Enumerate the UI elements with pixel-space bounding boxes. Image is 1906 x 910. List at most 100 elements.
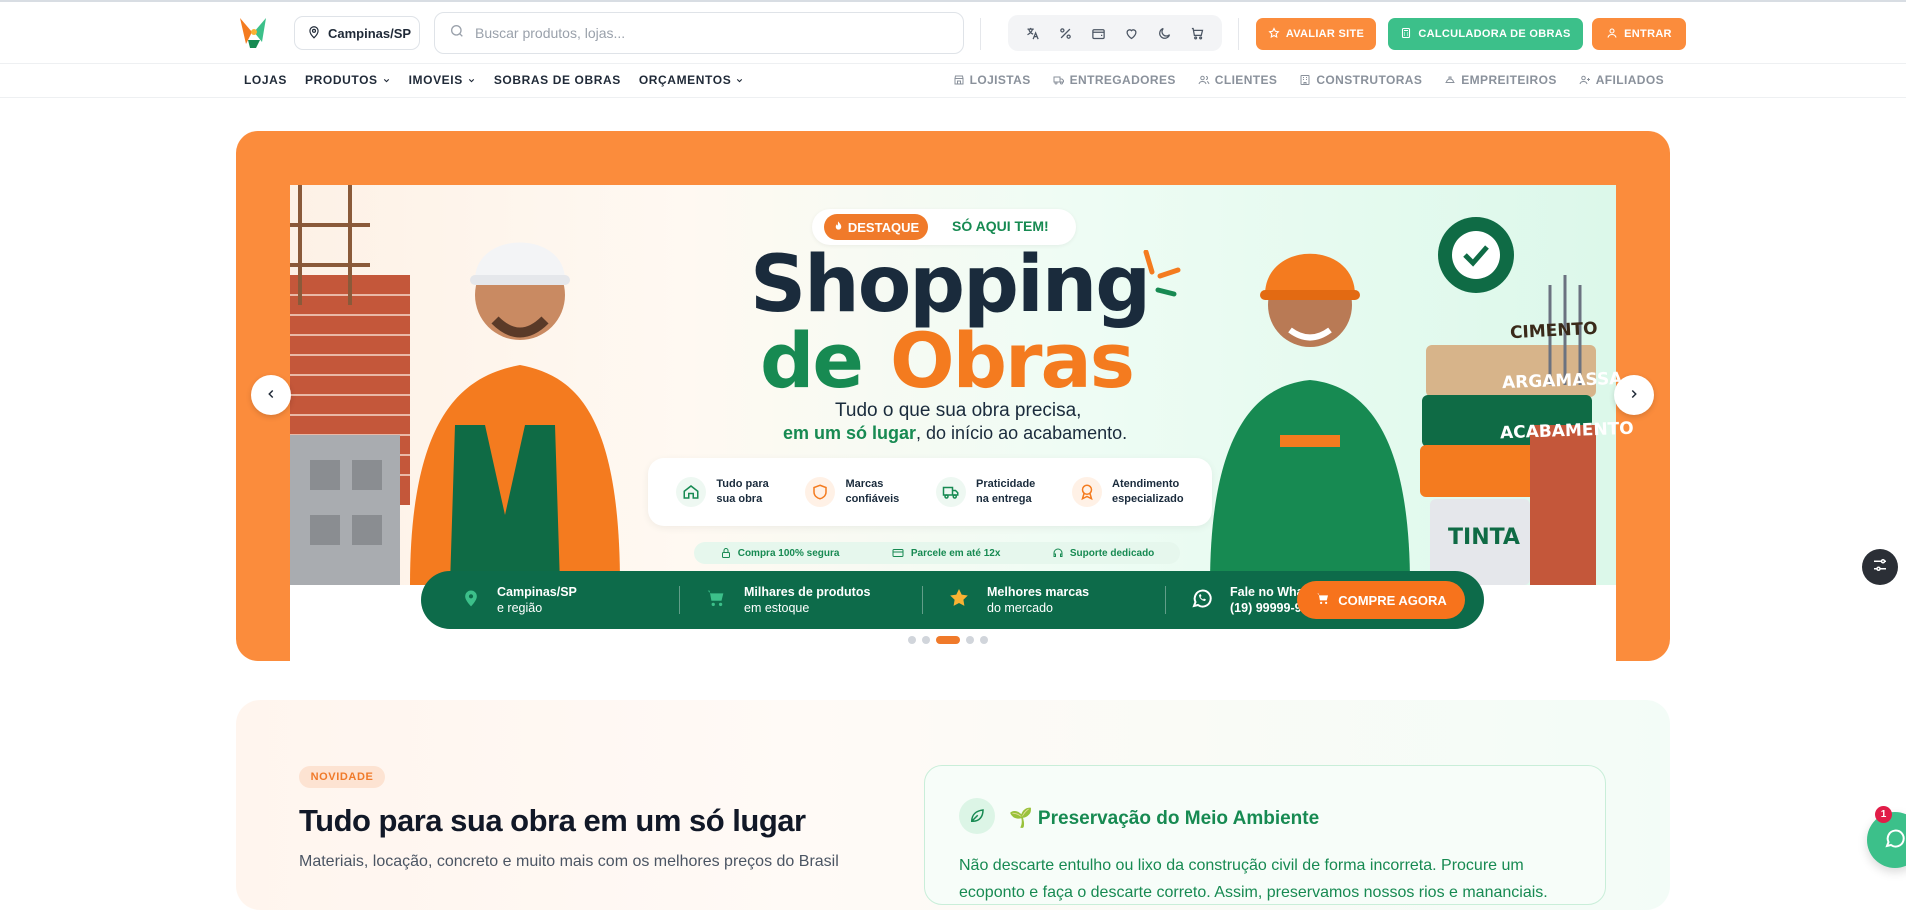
truck-icon xyxy=(936,477,966,507)
search-bar[interactable] xyxy=(434,12,964,54)
info-location: Campinas/SP e região xyxy=(461,584,679,616)
carousel-dot[interactable] xyxy=(908,636,916,644)
trust-item: Suporte dedicado xyxy=(1052,547,1154,559)
info-divider xyxy=(1165,586,1166,614)
destaque-tagline: SÓ AQUI TEM! xyxy=(952,218,1049,234)
star-icon xyxy=(1268,26,1280,42)
building-icon xyxy=(1299,74,1311,86)
header: Campinas/SP AVALIAR SITE CALCULADORA DE … xyxy=(0,2,1906,64)
percent-icon[interactable] xyxy=(1056,23,1076,43)
carousel-next-button[interactable] xyxy=(1614,375,1654,415)
carousel-dot[interactable] xyxy=(922,636,930,644)
promo-title: Tudo para sua obra em um só lugar xyxy=(299,803,806,838)
location-selector[interactable]: Campinas/SP xyxy=(294,16,420,50)
sliders-icon xyxy=(1871,556,1889,579)
location-label: Campinas/SP xyxy=(328,25,412,41)
user-icon xyxy=(1606,27,1618,42)
users-icon xyxy=(1198,74,1210,86)
map-pin-icon xyxy=(307,25,321,42)
nav-item-entregadores[interactable]: ENTREGADORES xyxy=(1053,73,1176,87)
wallet-icon[interactable] xyxy=(1089,23,1109,43)
info-products: Milhares de produtos em estoque xyxy=(704,584,922,616)
feature-item: Atendimento especializado xyxy=(1072,477,1184,507)
leaf-icon xyxy=(959,798,995,834)
flame-icon xyxy=(833,220,844,235)
store-icon xyxy=(953,74,965,86)
home-icon xyxy=(676,477,707,507)
paint-label: TINTA xyxy=(1448,525,1520,550)
carousel-dot[interactable] xyxy=(980,636,988,644)
heart-icon[interactable] xyxy=(1122,23,1142,43)
carousel-prev-button[interactable] xyxy=(251,375,291,415)
search-icon xyxy=(449,23,465,44)
nav-item-afiliados[interactable]: AFILIADOS xyxy=(1579,73,1664,87)
nav-item-lojas[interactable]: LOJAS xyxy=(244,73,287,87)
shield-icon xyxy=(805,477,836,507)
header-divider xyxy=(980,18,981,50)
hero-subtitle-line2: em um só lugar, do início ao acabamento. xyxy=(783,423,1128,443)
chat-bubble-icon xyxy=(1883,826,1906,855)
bag-label-argamassa: ARGAMASSA xyxy=(1501,368,1623,394)
truck-icon xyxy=(1053,74,1065,86)
headset-icon xyxy=(1052,547,1064,559)
nav-item-imoveis[interactable]: IMOVEIS xyxy=(409,73,476,87)
nav-item-lojistas[interactable]: LOJISTAS xyxy=(953,73,1031,87)
destaque-badge: DESTAQUE xyxy=(824,214,928,240)
novidade-badge: NOVIDADE xyxy=(299,766,385,788)
nav-left: LOJAS PRODUTOS IMOVEIS SOBRAS DE OBRAS O… xyxy=(244,73,744,87)
accessibility-tool-button[interactable] xyxy=(1862,549,1898,585)
star-icon xyxy=(947,586,971,614)
trust-item: Parcele em até 12x xyxy=(891,547,1000,559)
nav-right: LOJISTAS ENTREGADORES CLIENTES CONSTRUTO… xyxy=(953,73,1664,87)
info-divider xyxy=(922,586,923,614)
carousel-dot[interactable] xyxy=(966,636,974,644)
header-divider xyxy=(1238,18,1239,50)
calculadora-obras-button[interactable]: CALCULADORA DE OBRAS xyxy=(1388,18,1583,50)
nav-item-construtoras[interactable]: CONSTRUTORAS xyxy=(1299,73,1422,87)
feature-item: Marcas confiáveis xyxy=(805,477,899,507)
main-nav: LOJAS PRODUTOS IMOVEIS SOBRAS DE OBRAS O… xyxy=(0,64,1906,98)
carousel-dot[interactable] xyxy=(936,636,960,644)
entrar-button[interactable]: ENTRAR xyxy=(1592,18,1686,50)
info-divider xyxy=(679,586,680,614)
award-icon xyxy=(1072,477,1103,507)
chat-notification-badge: 1 xyxy=(1875,806,1892,823)
chevron-left-icon xyxy=(264,385,278,406)
map-pin-icon xyxy=(461,586,481,614)
nav-item-sobras-de-obras[interactable]: SOBRAS DE OBRAS xyxy=(494,73,621,87)
hero-title-de: de xyxy=(760,316,864,405)
cart-icon xyxy=(704,587,728,613)
promo-subtitle: Materiais, locação, concreto e muito mai… xyxy=(299,853,839,870)
avaliar-site-button[interactable]: AVALIAR SITE xyxy=(1256,18,1376,50)
credit-card-icon xyxy=(891,547,905,559)
logo[interactable] xyxy=(236,14,272,52)
nav-item-clientes[interactable]: CLIENTES xyxy=(1198,73,1278,87)
eco-notice-card: 🌱 Preservação do Meio Ambiente Não desca… xyxy=(924,765,1606,905)
hero-features: Tudo para sua obra Marcas confiáveis Prati… xyxy=(648,458,1212,526)
nav-item-orcamentos[interactable]: ORÇAMENTOS xyxy=(639,73,744,87)
info-brands: Melhores marcas do mercado xyxy=(947,584,1165,616)
compre-agora-button[interactable]: COMPRE AGORA xyxy=(1297,581,1465,619)
feature-item: Tudo para sua obra xyxy=(676,477,769,507)
whatsapp-icon xyxy=(1190,586,1214,614)
nav-item-produtos[interactable]: PRODUTOS xyxy=(305,73,391,87)
header-icon-group xyxy=(1008,15,1222,51)
chevron-down-icon xyxy=(467,76,476,85)
trust-item: Compra 100% segura xyxy=(720,547,839,559)
eco-text: Não descarte entulho ou lixo da construç… xyxy=(959,857,1548,901)
chevron-right-icon xyxy=(1627,385,1641,406)
hardhat-icon xyxy=(1444,74,1456,86)
moon-icon[interactable] xyxy=(1155,23,1175,43)
trust-strip: Compra 100% segura Parcele em até 12x Su… xyxy=(694,542,1180,564)
nav-item-empreiteiros[interactable]: EMPREITEIROS xyxy=(1444,73,1556,87)
carousel-dots xyxy=(908,636,988,644)
user-plus-icon xyxy=(1579,74,1591,86)
hero-subtitle-line1: Tudo o que sua obra precisa, xyxy=(835,400,1082,421)
search-input[interactable] xyxy=(475,25,935,41)
cart-icon[interactable] xyxy=(1188,23,1208,43)
eco-title: 🌱 Preservação do Meio Ambiente xyxy=(1009,808,1320,829)
spark-decoration xyxy=(1143,250,1181,297)
calculator-icon xyxy=(1400,27,1412,42)
translate-icon[interactable] xyxy=(1023,23,1043,43)
feature-item: Praticidade na entrega xyxy=(936,477,1035,507)
